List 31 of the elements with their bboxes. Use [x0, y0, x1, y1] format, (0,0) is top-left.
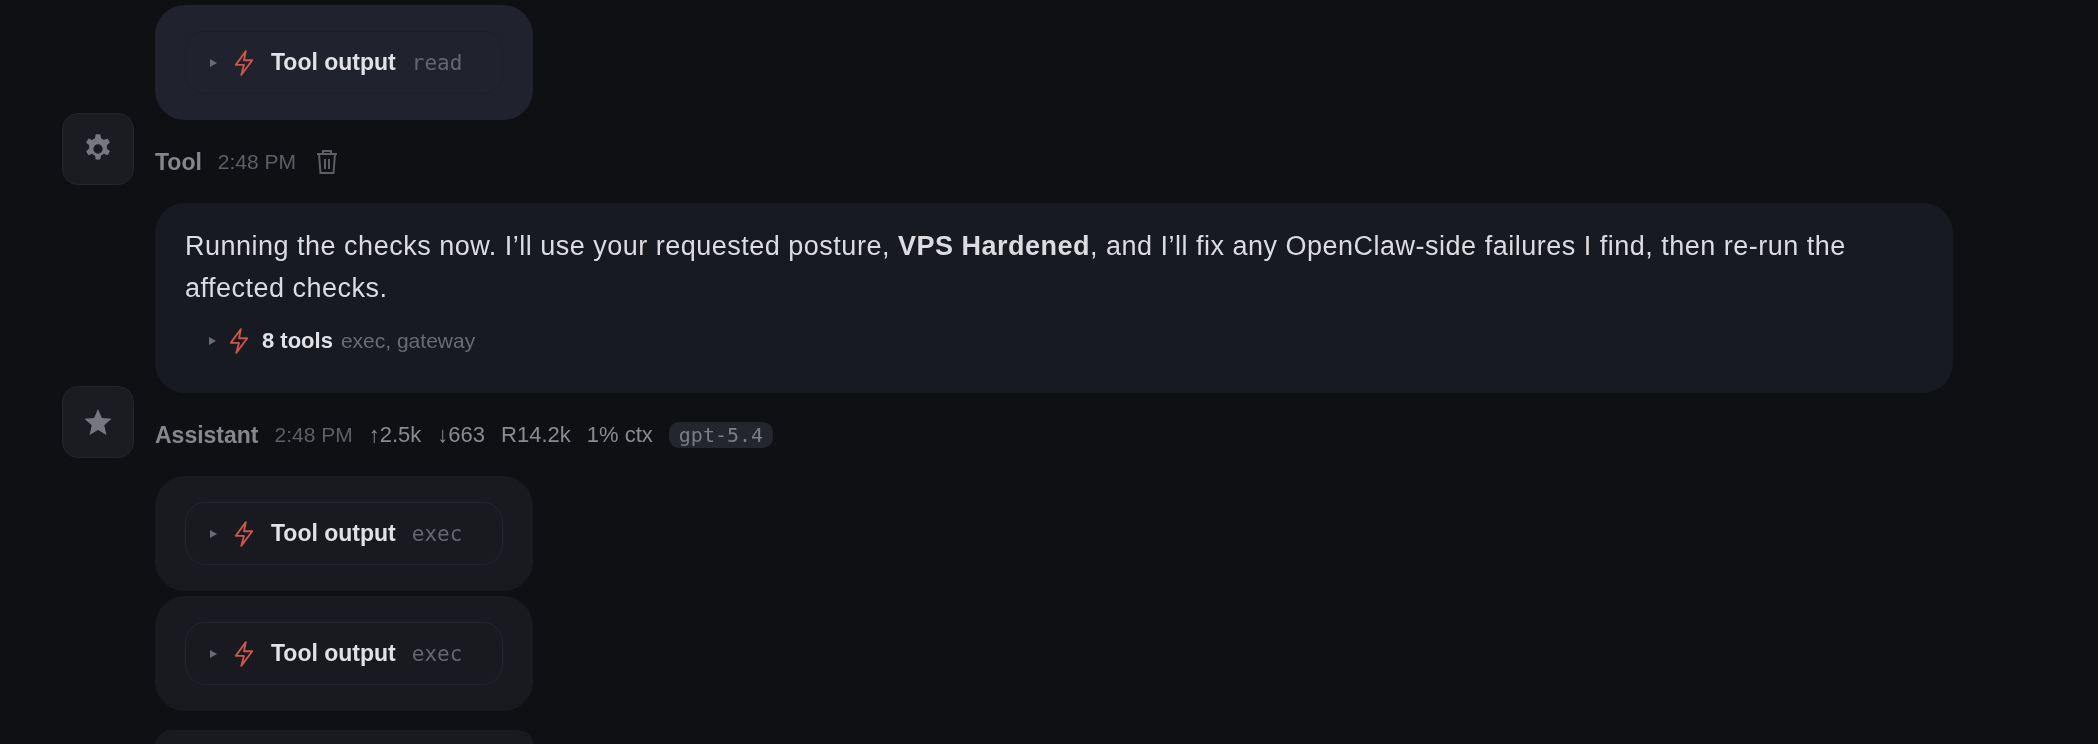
lightning-bolt-icon — [228, 328, 250, 354]
expand-caret-icon[interactable] — [210, 58, 217, 67]
usage-stat: ↑2.5k — [368, 422, 422, 448]
usage-stat: R14.2k — [501, 422, 571, 448]
lightning-bolt-icon — [233, 640, 255, 667]
model-tag: gpt-5.4 — [668, 422, 774, 448]
tool-name: exec — [411, 641, 463, 666]
usage-stat: ↓663 — [437, 422, 486, 448]
tool-output-label: Tool output — [271, 520, 396, 547]
tool-name: exec — [411, 521, 463, 546]
sender-name: Assistant — [155, 421, 259, 449]
tools-count[interactable]: 8 tools — [262, 328, 333, 354]
tool-name: read — [411, 50, 463, 75]
tool-output-label: Tool output — [271, 640, 396, 667]
tool-names: exec, gateway — [340, 329, 476, 353]
tool-output-card[interactable]: Tool output read — [185, 31, 504, 94]
timestamp: 2:48 PM — [274, 423, 353, 447]
expand-caret-icon[interactable] — [210, 649, 217, 658]
tool-output-card[interactable]: Tool output exec — [185, 502, 504, 565]
expand-caret-icon[interactable] — [209, 337, 216, 345]
lightning-bolt-icon — [233, 520, 255, 547]
sender-name: Tool — [155, 148, 202, 176]
timestamp: 2:48 PM — [217, 150, 297, 174]
lightning-bolt-icon — [233, 49, 255, 76]
tool-output-card[interactable]: Tool output exec — [185, 622, 504, 685]
usage-stat: 1% ctx — [586, 422, 653, 448]
message-text: Running the checks now. I’ll use your requested posture, VPS Hardened, and I’ll fix any OpenClaw-side failures I find, then re-run the affected checks. — [185, 230, 1847, 305]
tool-output-label: Tool output — [271, 49, 396, 76]
delete-button[interactable] — [316, 149, 339, 175]
expand-caret-icon[interactable] — [210, 529, 217, 538]
star-icon — [83, 407, 113, 437]
